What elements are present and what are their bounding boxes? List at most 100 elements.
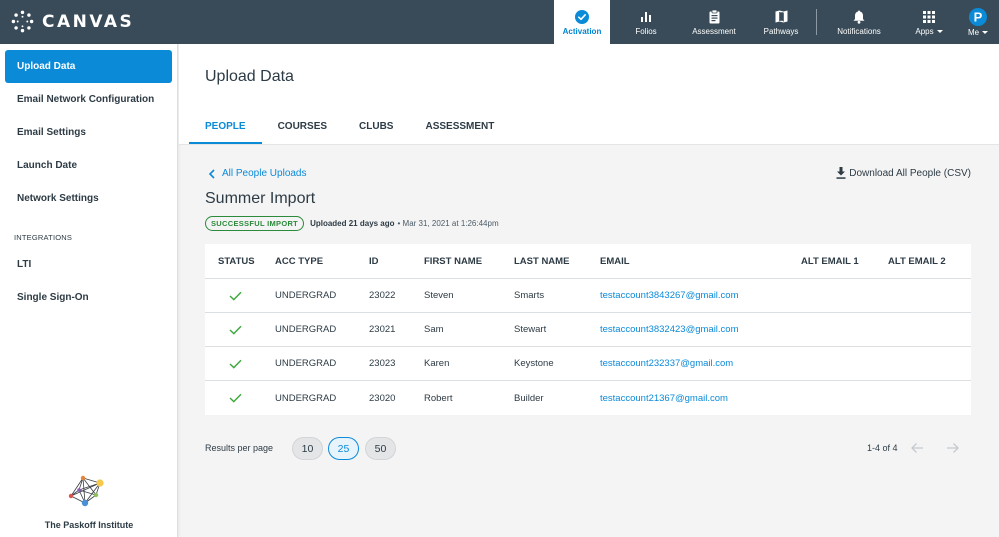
sidebar: Upload Data Email Network Configuration … bbox=[0, 44, 178, 537]
app-name: CANVAS bbox=[42, 11, 135, 32]
column-header-acc-type[interactable]: ACC TYPE bbox=[275, 244, 323, 278]
avatar-icon: P bbox=[969, 7, 987, 26]
map-icon bbox=[775, 9, 788, 25]
uploaded-ago: Uploaded 21 days ago bbox=[310, 219, 395, 228]
sidebar-item-label: Email Network Configuration bbox=[17, 94, 155, 105]
chevron-down-icon bbox=[982, 30, 989, 34]
per-page-10-button[interactable]: 10 bbox=[292, 437, 323, 460]
table-row: UNDERGRAD 23021 Sam Stewart testaccount3… bbox=[205, 313, 971, 347]
download-label: Download All People (CSV) bbox=[849, 167, 971, 179]
email-link[interactable]: testaccount3843267@gmail.com bbox=[600, 279, 739, 312]
canvas-logo[interactable]: CANVAS bbox=[11, 10, 134, 33]
column-header-first-name[interactable]: FIRST NAME bbox=[424, 244, 482, 278]
people-table: STATUS ACC TYPE ID FIRST NAME LAST NAME … bbox=[205, 244, 971, 415]
nav-label: Assessment bbox=[692, 26, 736, 36]
next-page-button[interactable] bbox=[946, 441, 960, 455]
nav-notifications[interactable]: Notifications bbox=[817, 0, 901, 44]
table-header-row: STATUS ACC TYPE ID FIRST NAME LAST NAME … bbox=[205, 244, 971, 279]
success-check-icon bbox=[229, 279, 242, 312]
import-meta: SUCCESSFUL IMPORT Uploaded 21 days ago •… bbox=[205, 216, 499, 231]
sidebar-item-single-sign-on[interactable]: Single Sign-On bbox=[5, 281, 172, 314]
status-badge: SUCCESSFUL IMPORT bbox=[205, 216, 305, 231]
integrations-heading: INTEGRATIONS bbox=[14, 233, 73, 242]
per-page-25-button[interactable]: 25 bbox=[328, 437, 359, 460]
nav-pathways[interactable]: Pathways bbox=[746, 0, 816, 44]
sidebar-item-launch-date[interactable]: Launch Date bbox=[5, 149, 172, 182]
table-row: UNDERGRAD 23023 Karen Keystone testaccou… bbox=[205, 347, 971, 381]
check-circle-icon bbox=[575, 9, 589, 25]
nav-activation[interactable]: Activation bbox=[554, 0, 610, 44]
nav-apps[interactable]: Apps bbox=[901, 0, 957, 44]
tab-people[interactable]: PEOPLE bbox=[189, 110, 262, 144]
results-range: 1-4 of 4 bbox=[867, 443, 898, 453]
sidebar-item-label: Launch Date bbox=[17, 160, 78, 171]
organization-logo-icon bbox=[68, 475, 104, 507]
sidebar-item-label: Upload Data bbox=[17, 61, 76, 72]
column-header-email[interactable]: EMAIL bbox=[600, 244, 630, 278]
sidebar-item-network-settings[interactable]: Network Settings bbox=[5, 182, 172, 215]
last-name-cell: Stewart bbox=[514, 324, 547, 335]
arrow-right-icon bbox=[947, 443, 959, 453]
tab-courses[interactable]: COURSES bbox=[262, 110, 343, 144]
column-header-id[interactable]: ID bbox=[369, 244, 379, 278]
tab-assessment[interactable]: ASSESSMENT bbox=[409, 110, 510, 144]
id-cell: 23020 bbox=[369, 392, 396, 404]
sidebar-item-label: Email Settings bbox=[17, 127, 86, 138]
id-cell: 23022 bbox=[369, 290, 396, 301]
tab-bar: PEOPLE COURSES CLUBS ASSESSMENT bbox=[189, 110, 510, 144]
back-link-label: All People Uploads bbox=[222, 168, 307, 179]
first-name-cell: Steven bbox=[424, 290, 454, 301]
sidebar-item-upload-data[interactable]: Upload Data bbox=[5, 50, 172, 83]
acc-type-cell: UNDERGRAD bbox=[275, 324, 337, 335]
column-header-alt-email-1[interactable]: ALT EMAIL 1 bbox=[801, 244, 859, 278]
email-link[interactable]: testaccount21367@gmail.com bbox=[600, 381, 728, 415]
email-link[interactable]: testaccount3832423@gmail.com bbox=[600, 313, 739, 346]
uploaded-date: • Mar 31, 2021 at 1:26:44pm bbox=[397, 219, 499, 228]
nav-me[interactable]: P Me bbox=[957, 0, 999, 44]
chevron-left-icon bbox=[208, 168, 215, 179]
id-cell: 23023 bbox=[369, 358, 396, 369]
column-header-status[interactable]: STATUS bbox=[218, 244, 255, 278]
sidebar-item-label: Network Settings bbox=[17, 193, 99, 204]
clipboard-icon bbox=[709, 9, 720, 25]
all-people-uploads-link[interactable]: All People Uploads bbox=[208, 168, 307, 179]
sidebar-item-email-network-configuration[interactable]: Email Network Configuration bbox=[5, 83, 172, 116]
acc-type-cell: UNDERGRAD bbox=[275, 358, 337, 369]
tab-clubs[interactable]: CLUBS bbox=[343, 110, 409, 144]
nav-assessment[interactable]: Assessment bbox=[682, 0, 746, 44]
per-page-50-button[interactable]: 50 bbox=[365, 437, 396, 460]
organization-branding: The Paskoff Institute bbox=[0, 474, 178, 530]
previous-page-button[interactable] bbox=[910, 441, 924, 455]
last-name-cell: Builder bbox=[514, 392, 544, 404]
first-name-cell: Karen bbox=[424, 358, 450, 369]
main-nav: Activation Folios Assessment Pathways No… bbox=[554, 0, 999, 44]
last-name-cell: Smarts bbox=[514, 290, 545, 301]
table-row: UNDERGRAD 23020 Robert Builder testaccou… bbox=[205, 381, 971, 415]
nav-folios[interactable]: Folios bbox=[610, 0, 682, 44]
bar-chart-icon bbox=[640, 9, 652, 25]
column-header-alt-email-2[interactable]: ALT EMAIL 2 bbox=[888, 244, 946, 278]
table-row: UNDERGRAD 23022 Steven Smarts testaccoun… bbox=[205, 279, 971, 313]
first-name-cell: Sam bbox=[424, 324, 444, 335]
import-title: Summer Import bbox=[205, 190, 316, 207]
download-all-people-button[interactable]: Download All People (CSV) bbox=[836, 167, 971, 179]
id-cell: 23021 bbox=[369, 324, 396, 335]
column-header-last-name[interactable]: LAST NAME bbox=[514, 244, 569, 278]
nav-label: Apps bbox=[915, 26, 934, 36]
nav-label: Me bbox=[967, 27, 980, 37]
page-title: Upload Data bbox=[205, 68, 294, 85]
organization-name: The Paskoff Institute bbox=[44, 520, 134, 530]
results-per-page-label: Results per page bbox=[205, 443, 274, 453]
sidebar-item-lti[interactable]: LTI bbox=[5, 248, 172, 281]
nav-label: Folios bbox=[635, 26, 657, 36]
sidebar-item-email-settings[interactable]: Email Settings bbox=[5, 116, 172, 149]
acc-type-cell: UNDERGRAD bbox=[275, 392, 337, 404]
last-name-cell: Keystone bbox=[514, 358, 554, 369]
bell-icon bbox=[853, 9, 865, 25]
download-icon bbox=[836, 167, 846, 179]
success-check-icon bbox=[229, 313, 242, 346]
email-link[interactable]: testaccount232337@gmail.com bbox=[600, 347, 733, 380]
sidebar-item-label: LTI bbox=[17, 259, 32, 270]
grid-icon bbox=[923, 9, 935, 25]
sidebar-item-label: Single Sign-On bbox=[17, 292, 89, 303]
